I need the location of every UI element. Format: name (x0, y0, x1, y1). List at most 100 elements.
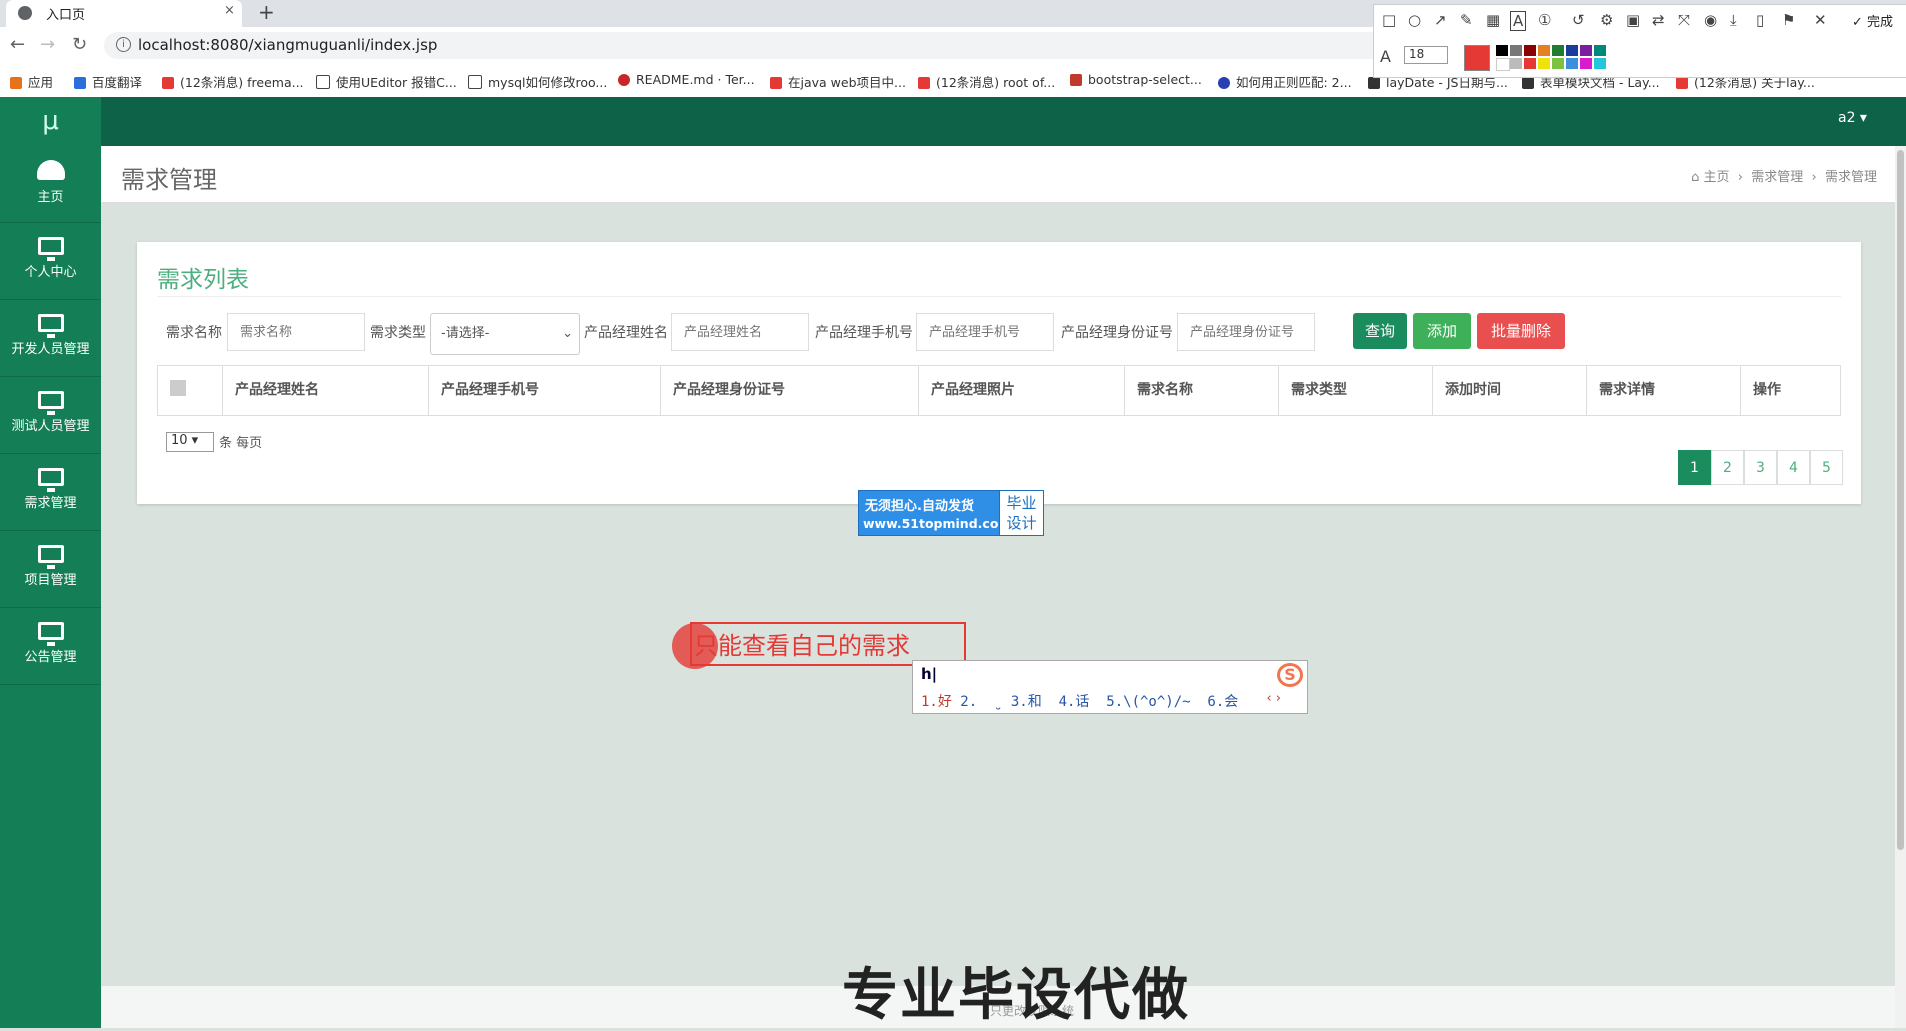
sidebar-item-projects[interactable]: 项目管理 (0, 531, 101, 608)
number-tool-icon[interactable]: ① (1538, 11, 1551, 29)
requirement-type-select[interactable]: -请选择- ⌄ (430, 313, 580, 355)
query-button[interactable]: 查询 (1353, 313, 1407, 349)
cancel-icon[interactable]: ✕ (1814, 11, 1827, 29)
bookmark-item[interactable]: README.md · Ter... (618, 72, 755, 87)
ime-candidate[interactable]: 2. ̮ 3.和 4.话 5.\(^o^)/~ 6.会 (952, 694, 1238, 710)
color-swatch[interactable] (1594, 45, 1606, 56)
bookmark-item[interactable]: mysql如何修改roo... (468, 72, 607, 91)
bookmark-item[interactable]: (12条消息) freema... (162, 72, 304, 91)
browser-tab[interactable]: 入口页 × (6, 0, 242, 27)
bookmark-icon[interactable]: ⚑ (1782, 11, 1795, 29)
chevron-right-icon: › (1733, 170, 1752, 185)
color-swatch[interactable] (1552, 45, 1564, 56)
bookmark-item[interactable]: 应用 (10, 72, 53, 91)
sidebar-item-requirements[interactable]: 需求管理 (0, 454, 101, 531)
bookmark-favicon-icon (918, 77, 930, 89)
color-swatch[interactable] (1594, 58, 1606, 69)
close-icon[interactable]: × (224, 3, 235, 18)
color-swatch[interactable] (1496, 58, 1510, 71)
sidebar-item-label: 测试人员管理 (11, 419, 90, 434)
done-button[interactable]: ✓ 完成 (1852, 11, 1893, 30)
batch-delete-button[interactable]: 批量删除 (1477, 313, 1565, 349)
pm-name-input[interactable] (671, 313, 809, 351)
breadcrumb-item[interactable]: 需求管理 (1751, 170, 1803, 185)
bookmark-item[interactable]: 百度翻译 (74, 72, 142, 91)
pm-phone-input[interactable] (916, 313, 1054, 351)
new-tab-button[interactable]: + (258, 0, 275, 24)
text-tool-icon[interactable]: A (1510, 11, 1527, 31)
table-header: 产品经理身份证号 (660, 366, 918, 415)
color-swatch[interactable] (1510, 45, 1522, 56)
sidebar-item-profile[interactable]: 个人中心 (0, 223, 101, 300)
promo-text: 无须担心.自动发货 (865, 499, 974, 514)
sidebar-item-developers[interactable]: 开发人员管理 (0, 300, 101, 377)
ime-candidate[interactable]: 1.好 (921, 694, 952, 710)
page-size-label: 条 每页 (219, 436, 263, 451)
pen-tool-icon[interactable]: ✎ (1460, 11, 1473, 29)
color-swatch[interactable] (1552, 58, 1564, 69)
pagination-page[interactable]: 5 (1810, 450, 1843, 485)
watermark-text: 专业毕设代做 (842, 963, 1190, 1028)
info-icon[interactable]: i (116, 37, 131, 52)
back-icon[interactable]: ← (10, 34, 25, 55)
color-swatch[interactable] (1496, 45, 1508, 56)
color-swatch[interactable] (1524, 45, 1536, 56)
bookmark-item[interactable]: (12条消息) root of... (918, 72, 1055, 91)
table-header: 需求类型 (1278, 366, 1432, 415)
pm-id-input[interactable] (1177, 313, 1315, 351)
table-header: 添加时间 (1432, 366, 1586, 415)
current-color-swatch[interactable] (1464, 45, 1490, 71)
color-swatch[interactable] (1524, 58, 1536, 69)
requirement-name-input[interactable] (227, 313, 365, 351)
bookmark-item[interactable]: bootstrap-select... (1070, 72, 1202, 87)
ellipse-tool-icon[interactable]: ○ (1408, 11, 1421, 29)
ocr-icon[interactable]: ▣ (1626, 11, 1640, 29)
add-button[interactable]: 添加 (1413, 313, 1471, 349)
filter-label: 产品经理手机号 (815, 325, 913, 341)
breadcrumb-item: 需求管理 (1824, 170, 1877, 185)
bookmark-item[interactable]: 如何用正则匹配: 2... (1218, 72, 1352, 91)
pagination-page[interactable]: 4 (1777, 450, 1810, 485)
page-size-select[interactable]: 10 ▾ (166, 432, 214, 452)
pagination-page[interactable]: 2 (1711, 450, 1744, 485)
forward-icon[interactable]: → (40, 34, 55, 55)
scroll-capture-icon[interactable]: ⤧ (1678, 11, 1690, 29)
undo-icon[interactable]: ↺ (1572, 11, 1585, 29)
bookmark-item[interactable]: 在java web项目中... (770, 72, 906, 91)
monitor-icon (37, 237, 64, 261)
tab-title: 入口页 (46, 8, 86, 23)
app-logo[interactable]: μ (0, 97, 101, 146)
sidebar-item-notices[interactable]: 公告管理 (0, 608, 101, 685)
sidebar-item-home[interactable]: 主页 (0, 146, 101, 223)
record-icon[interactable]: ◉ (1704, 11, 1717, 29)
color-swatch[interactable] (1538, 45, 1550, 56)
color-swatch[interactable] (1580, 45, 1592, 56)
color-swatch[interactable] (1580, 58, 1592, 69)
pagination-page[interactable]: 3 (1744, 450, 1777, 485)
ime-candidates[interactable]: 1.好 2. ̮ 3.和 4.话 5.\(^o^)/~ 6.会 (921, 691, 1238, 711)
pagination-page[interactable]: 1 (1678, 450, 1711, 485)
bookmark-favicon-icon (468, 75, 482, 89)
color-swatch[interactable] (1510, 58, 1522, 69)
font-size-select[interactable]: 18 (1404, 46, 1448, 64)
color-swatch[interactable] (1566, 45, 1578, 56)
color-swatch[interactable] (1538, 58, 1550, 69)
ime-page-arrows[interactable]: ‹ › (1266, 691, 1281, 706)
breadcrumb-item[interactable]: 主页 (1703, 170, 1729, 185)
user-menu[interactable]: a2 ▾ (1838, 110, 1867, 126)
translate-icon[interactable]: ⇄ (1652, 11, 1665, 29)
mosaic-tool-icon[interactable]: ▦ (1486, 11, 1500, 29)
sidebar-item-testers[interactable]: 测试人员管理 (0, 377, 101, 454)
download-icon[interactable]: ⤓ (1730, 11, 1737, 29)
arrow-tool-icon[interactable]: ↗ (1434, 11, 1447, 29)
bookmark-favicon-icon (316, 75, 330, 89)
phone-icon[interactable]: ▯ (1756, 11, 1764, 29)
reload-icon[interactable]: ↻ (72, 34, 87, 55)
select-all-checkbox[interactable] (170, 380, 186, 396)
filter-label: 需求名称 (166, 325, 222, 341)
rectangle-tool-icon[interactable]: □ (1382, 11, 1396, 29)
bookmark-item[interactable]: 使用UEditor 报错C... (316, 72, 457, 91)
pin-icon[interactable]: ⚙ (1600, 11, 1613, 29)
color-swatch[interactable] (1566, 58, 1578, 69)
scrollbar-thumb[interactable] (1897, 150, 1904, 850)
